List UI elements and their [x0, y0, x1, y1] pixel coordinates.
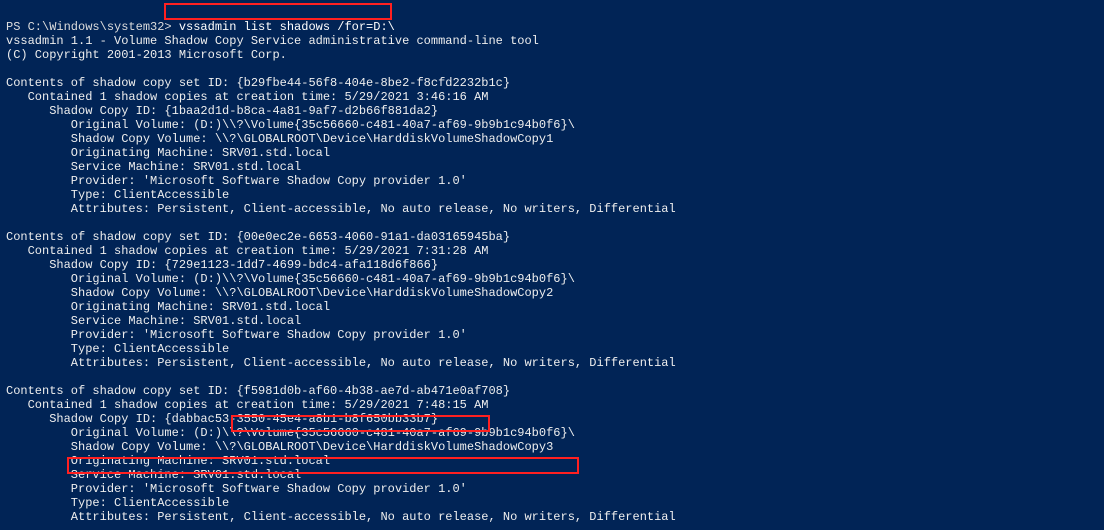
- original-volume: Original Volume: (D:)\\?\Volume{35c56660…: [6, 118, 575, 132]
- set-header: Contents of shadow copy set ID: {00e0ec2…: [6, 230, 510, 244]
- set-contained: Contained 1 shadow copies at creation ti…: [6, 90, 488, 104]
- set-header: Contents of shadow copy set ID: {b29fbe4…: [6, 76, 510, 90]
- creation-time-highlighted: creation time: 5/29/2021 7:48:15 AM: [236, 398, 488, 412]
- type: Type: ClientAccessible: [6, 342, 229, 356]
- provider: Provider: 'Microsoft Software Shadow Cop…: [6, 482, 467, 496]
- terminal-output[interactable]: PS C:\Windows\system32> vssadmin list sh…: [0, 0, 1104, 530]
- service-machine: Service Machine: SRV01.std.local: [6, 160, 301, 174]
- shadow-copy-volume: Shadow Copy Volume: \\?\GLOBALROOT\Devic…: [6, 286, 553, 300]
- ps-prompt: PS C:\Windows\system32>: [6, 20, 179, 34]
- entered-command: vssadmin list shadows /for=D:\: [179, 20, 395, 34]
- type: Type: ClientAccessible: [6, 496, 229, 510]
- originating-machine: Originating Machine: SRV01.std.local: [6, 300, 330, 314]
- attributes: Attributes: Persistent, Client-accessibl…: [6, 202, 676, 216]
- originating-machine: Originating Machine: SRV01.std.local: [6, 454, 330, 468]
- service-machine: Service Machine: SRV01.std.local: [6, 314, 301, 328]
- type: Type: ClientAccessible: [6, 188, 229, 202]
- shadow-copy-volume: Shadow Copy Volume: \\?\GLOBALROOT\Devic…: [6, 440, 553, 454]
- original-volume: Original Volume: (D:)\\?\Volume{35c56660…: [6, 272, 575, 286]
- original-volume: Original Volume: (D:)\\?\Volume{35c56660…: [6, 426, 575, 440]
- shadow-copy-volume: Shadow Copy Volume: \\?\GLOBALROOT\Devic…: [6, 132, 553, 146]
- provider: Provider: 'Microsoft Software Shadow Cop…: [6, 174, 467, 188]
- provider: Provider: 'Microsoft Software Shadow Cop…: [6, 328, 467, 342]
- shadow-copy-id: Shadow Copy ID: {729e1123-1dd7-4699-bdc4…: [6, 258, 438, 272]
- set-header: Contents of shadow copy set ID: {f5981d0…: [6, 384, 510, 398]
- attributes: Attributes: Persistent, Client-accessibl…: [6, 356, 676, 370]
- set-contained: Contained 1 shadow copies at creation ti…: [6, 244, 488, 258]
- set-contained: Contained 1 shadow copies at creation ti…: [6, 398, 488, 412]
- shadow-copy-id: Shadow Copy ID: {1baa2d1d-b8ca-4a81-9af7…: [6, 104, 438, 118]
- service-machine: Service Machine: SRV01.std.local: [6, 468, 301, 482]
- shadow-copy-id: Shadow Copy ID: {dabbac53-3550-45e4-a8b1…: [6, 412, 438, 426]
- originating-machine: Originating Machine: SRV01.std.local: [6, 146, 330, 160]
- attributes: Attributes: Persistent, Client-accessibl…: [6, 510, 676, 524]
- banner-line: (C) Copyright 2001-2013 Microsoft Corp.: [6, 48, 287, 62]
- banner-line: vssadmin 1.1 - Volume Shadow Copy Servic…: [6, 34, 539, 48]
